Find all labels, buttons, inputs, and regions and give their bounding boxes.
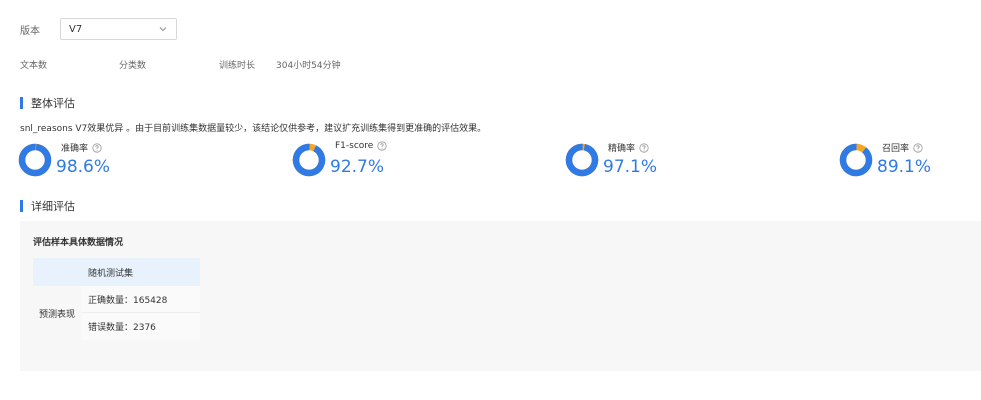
text-count-label: 文本数 [20, 61, 48, 71]
version-select[interactable]: V7 [60, 18, 177, 40]
help-icon[interactable] [92, 142, 102, 153]
donut-value-arc [292, 143, 326, 177]
metric-label: 准确率 [61, 141, 102, 154]
version-row: 版本 V7 [20, 18, 177, 40]
detail-panel: 评估样本具体数据情况 随机测试集 预测表现 正确数量：165428 错误数量：2… [20, 221, 981, 371]
help-icon[interactable] [639, 142, 649, 153]
version-select-value: V7 [69, 23, 83, 35]
metric-value: 89.1% [877, 157, 932, 177]
metric-label-text: 精确率 [608, 144, 636, 154]
donut-chart [565, 143, 599, 177]
detail-section-title: 详细评估 [20, 198, 75, 214]
version-label: 版本 [20, 25, 40, 37]
wrong-count-cell: 错误数量：2376 [81, 313, 200, 340]
metric-value: 98.6% [56, 157, 111, 177]
donut-value-arc [565, 143, 599, 177]
section-accent-bar [20, 200, 23, 212]
metric-label: 精确率 [608, 141, 649, 154]
help-icon[interactable] [913, 142, 923, 153]
metric-label-text: F1-score [335, 141, 374, 151]
correct-count-cell: 正确数量：165428 [81, 286, 200, 313]
donut-chart [839, 143, 873, 177]
sample-data-table: 随机测试集 预测表现 正确数量：165428 错误数量：2376 [33, 258, 200, 340]
train-time-value: 304小时54分钟 [276, 61, 341, 71]
train-time-label: 训练时长 [219, 61, 256, 71]
model-meta: 文本数 分类数 训练时长 304小时54分钟 [20, 58, 520, 72]
panel-title: 评估样本具体数据情况 [33, 238, 124, 248]
class-count-label: 分类数 [119, 61, 147, 71]
metric-value: 97.1% [603, 157, 658, 177]
metric-label-text: 准确率 [61, 144, 89, 154]
column-header: 随机测试集 [88, 269, 134, 279]
metric-label-text: 召回率 [882, 144, 910, 154]
metric-label: F1-score [335, 141, 387, 151]
metric-value: 92.7% [330, 157, 385, 177]
row-header: 预测表现 [38, 309, 75, 320]
overall-title-text: 整体评估 [31, 97, 75, 110]
donut-chart [292, 143, 326, 177]
section-accent-bar [20, 97, 23, 109]
donut-value-arc [18, 143, 52, 177]
detail-title-text: 详细评估 [31, 200, 75, 213]
chevron-down-icon [159, 27, 167, 32]
metric-label: 召回率 [882, 141, 923, 154]
table-header-row: 随机测试集 [33, 258, 200, 286]
help-icon[interactable] [377, 141, 387, 151]
overall-section-title: 整体评估 [20, 95, 75, 111]
donut-value-arc [839, 143, 873, 177]
donut-chart [18, 143, 52, 177]
overall-summary: snl_reasons V7效果优异 。由于目前训练集数据量较少，该结论仅供参考… [20, 124, 487, 134]
